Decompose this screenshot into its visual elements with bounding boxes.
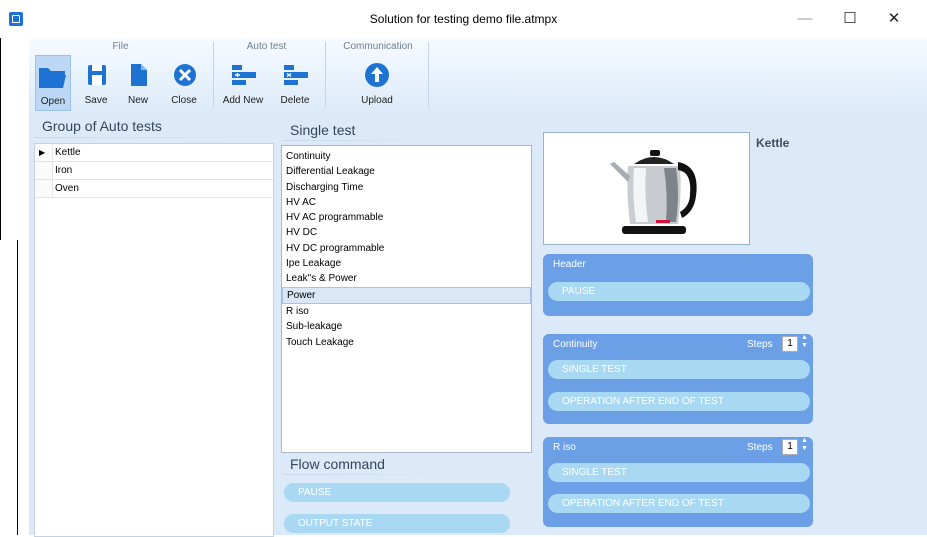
- upload-icon: [365, 63, 389, 87]
- save-button[interactable]: Save: [79, 55, 113, 109]
- group-title-auto-test: Auto test: [246, 41, 287, 52]
- header-card-title: Header: [553, 259, 586, 270]
- save-label: Save: [84, 95, 108, 106]
- steps-spinner[interactable]: 1: [782, 336, 798, 352]
- single-test-list[interactable]: Continuity Differential Leakage Discharg…: [281, 145, 532, 453]
- delete-label: Delete: [280, 95, 310, 106]
- left-side-strip: [0, 240, 18, 535]
- groups-list[interactable]: ▶ Kettle Iron Oven: [34, 143, 274, 537]
- group-row-oven[interactable]: Oven: [35, 180, 273, 198]
- single-test-item[interactable]: R iso: [282, 304, 531, 319]
- single-test-item[interactable]: Continuity: [282, 149, 531, 164]
- single-test-item-selected[interactable]: Power: [282, 286, 531, 304]
- single-test-item[interactable]: Leak"s & Power: [282, 271, 531, 286]
- single-test-item[interactable]: Ipe Leakage: [282, 256, 531, 271]
- single-test-item[interactable]: HV DC: [282, 225, 531, 240]
- steps-label: Steps: [747, 339, 773, 350]
- single-test-item[interactable]: Sub-leakage: [282, 319, 531, 334]
- device-picture-box: [543, 132, 750, 245]
- add-new-icon: [232, 65, 256, 85]
- open-button[interactable]: Open: [35, 55, 71, 111]
- header-card[interactable]: Header PAUSE: [543, 254, 813, 316]
- group-title-file: File: [112, 41, 129, 52]
- ribbon-separator: [428, 42, 429, 108]
- new-button[interactable]: New: [121, 55, 155, 109]
- spinner-arrows-icon[interactable]: ▲ ▼: [801, 437, 808, 453]
- ribbon-separator: [325, 42, 326, 108]
- spinner-arrows-icon[interactable]: ▲ ▼: [801, 334, 808, 350]
- device-name: Kettle: [756, 136, 790, 150]
- title-bar: Solution for testing demo file.atmpx — ☐…: [0, 0, 927, 38]
- operation-after-end-item[interactable]: OPERATION AFTER END OF TEST: [548, 494, 810, 513]
- new-label: New: [127, 95, 148, 106]
- delete-button[interactable]: Delete: [275, 55, 315, 109]
- upload-button[interactable]: Upload: [354, 55, 400, 109]
- operation-after-end-item[interactable]: OPERATION AFTER END OF TEST: [548, 392, 810, 411]
- open-label: Open: [40, 96, 66, 107]
- ribbon-separator: [213, 42, 214, 108]
- single-test-item[interactable]: Differential Leakage: [282, 164, 531, 179]
- continuity-card[interactable]: Continuity Steps 1 ▲ ▼ SINGLE TEST OPERAT…: [543, 334, 813, 424]
- close-window-button[interactable]: ✕: [876, 6, 912, 32]
- flow-command-title-underline: [283, 474, 443, 475]
- new-document-icon: [131, 64, 147, 86]
- flow-pause-button[interactable]: PAUSE: [284, 483, 510, 502]
- group-row-kettle[interactable]: ▶ Kettle: [35, 144, 273, 162]
- flow-command-title: Flow command: [290, 456, 385, 472]
- ribbon: File Auto test Communication Open Save N…: [29, 38, 927, 113]
- close-file-button[interactable]: Close: [164, 55, 204, 109]
- header-pause-item[interactable]: PAUSE: [548, 282, 810, 301]
- minimize-button[interactable]: —: [787, 6, 823, 32]
- selected-row-marker-icon: ▶: [39, 148, 46, 157]
- upload-label: Upload: [361, 95, 393, 106]
- single-test-item[interactable]: Touch Leakage: [282, 335, 531, 350]
- continuity-card-title: Continuity: [553, 339, 598, 350]
- single-test-item[interactable]: SINGLE TEST: [548, 360, 810, 379]
- delete-icon: [284, 65, 308, 85]
- single-test-title: Single test: [290, 122, 356, 138]
- group-row-label: Oven: [55, 183, 79, 194]
- groups-title-underline: [34, 137, 264, 138]
- close-label: Close: [171, 95, 197, 106]
- flow-output-state-button[interactable]: OUTPUT STATE: [284, 514, 510, 533]
- steps-label: Steps: [747, 442, 773, 453]
- row-header: [35, 180, 53, 197]
- single-test-item[interactable]: Discharging Time: [282, 180, 531, 195]
- single-test-title-underline: [283, 140, 443, 141]
- group-title-communication: Communication: [343, 41, 413, 52]
- riso-card-title: R iso: [553, 442, 576, 453]
- steps-spinner[interactable]: 1: [782, 439, 798, 455]
- add-new-button[interactable]: Add New: [221, 55, 265, 109]
- group-row-label: Kettle: [55, 147, 81, 158]
- maximize-button[interactable]: ☐: [832, 6, 868, 32]
- single-test-item[interactable]: SINGLE TEST: [548, 463, 810, 482]
- single-test-item[interactable]: HV DC programmable: [282, 241, 531, 256]
- groups-title: Group of Auto tests: [42, 118, 162, 134]
- save-icon: [88, 65, 106, 85]
- close-circle-icon: [174, 64, 196, 86]
- folder-open-icon: [39, 68, 66, 88]
- riso-card[interactable]: R iso Steps 1 ▲ ▼ SINGLE TEST OPERATION A…: [543, 437, 813, 527]
- row-header: [35, 162, 53, 179]
- single-test-item[interactable]: HV AC programmable: [282, 210, 531, 225]
- group-row-label: Iron: [55, 165, 73, 176]
- add-new-label: Add New: [222, 95, 264, 106]
- single-test-item[interactable]: HV AC: [282, 195, 531, 210]
- group-row-iron[interactable]: Iron: [35, 162, 273, 180]
- kettle-image: [604, 136, 716, 242]
